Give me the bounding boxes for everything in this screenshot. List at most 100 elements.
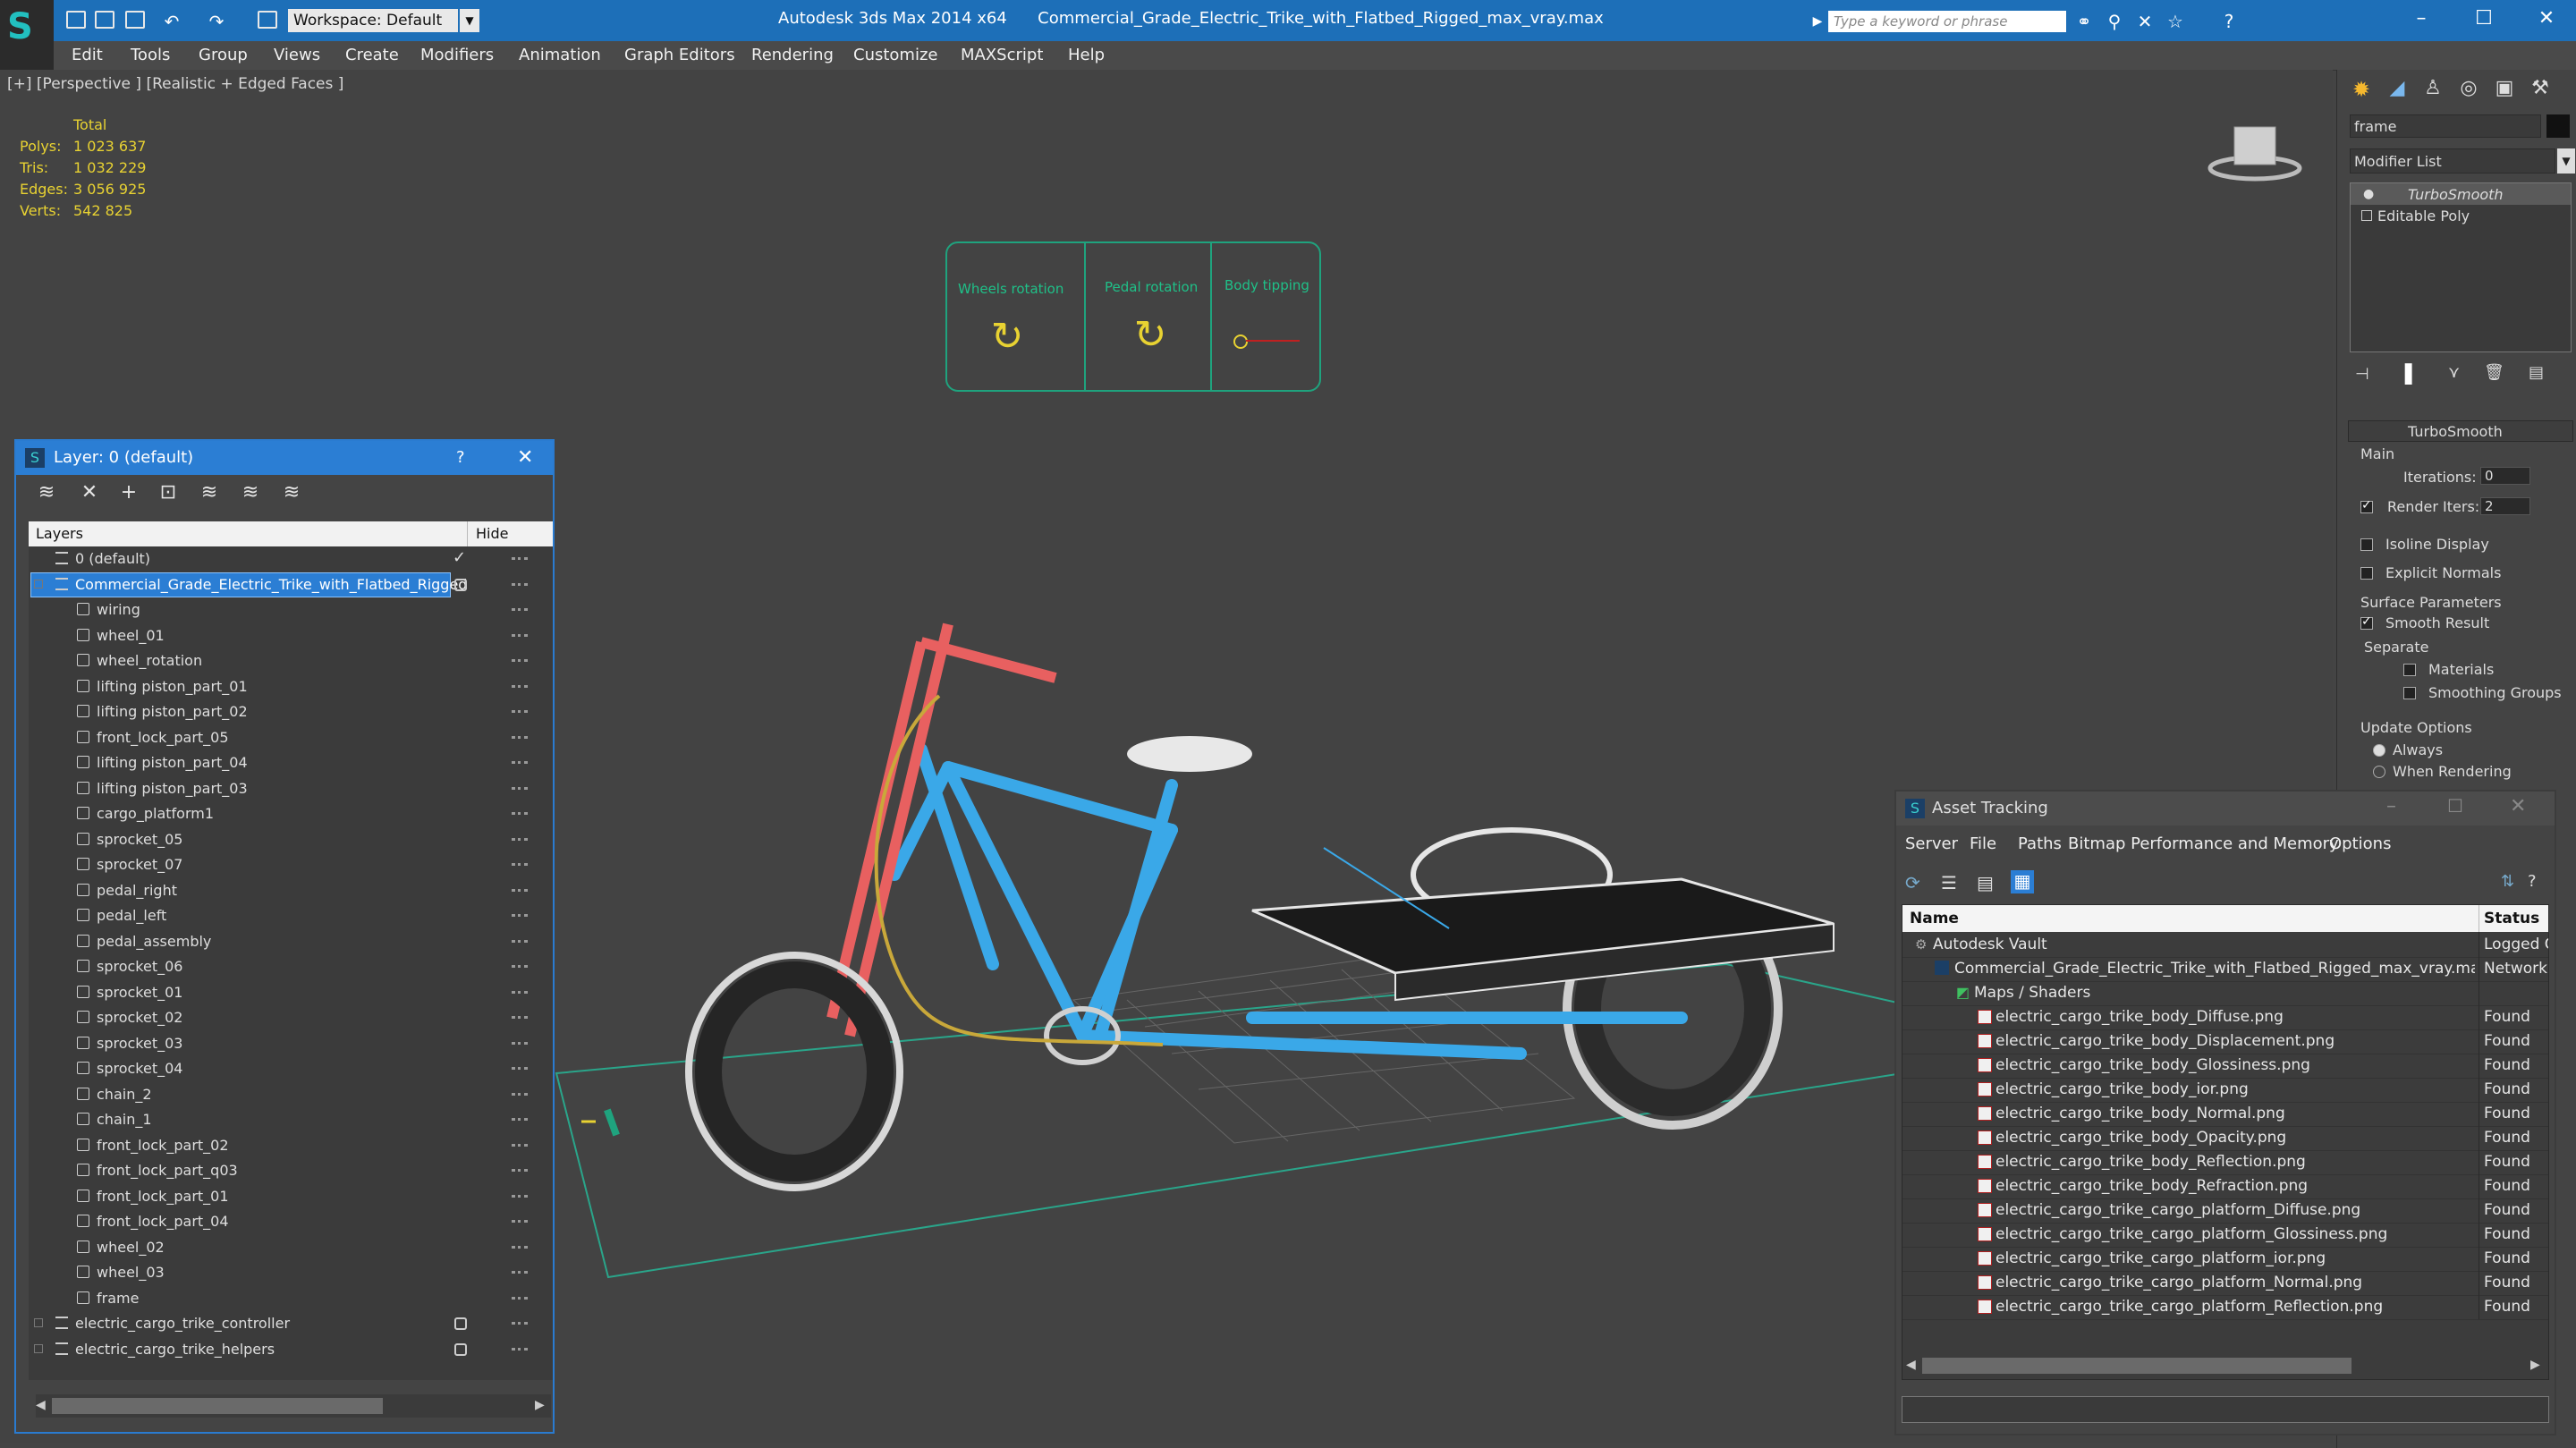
asset-tracking-titlebar[interactable]: S Asset Tracking – ☐ ✕ [1896,792,2555,826]
layer-window-titlebar[interactable]: S Layer: 0 (default) ? ✕ [16,441,553,475]
hide-toggle[interactable] [512,1194,528,1200]
wheels-rotate-control-icon[interactable]: ↻ [985,315,1030,360]
chevron-down-icon[interactable]: ▼ [460,9,479,32]
scroll-right-icon[interactable]: ▶ [535,1398,545,1412]
menu-group[interactable]: Group [199,46,248,64]
materials-checkbox[interactable] [2403,664,2416,676]
favorites-star-icon[interactable]: ☆ [2165,11,2186,32]
asset-row[interactable]: electric_cargo_trike_body_Opacity.png Fou… [1902,1125,2548,1151]
layer-row[interactable]: lifting piston_part_03 [29,776,553,801]
hide-toggle[interactable] [512,684,528,690]
isoline-display-checkbox[interactable] [2360,538,2373,551]
layer-row[interactable]: frame [29,1286,553,1311]
hide-toggle[interactable] [512,1271,528,1276]
hide-toggle[interactable] [512,1245,528,1251]
asset-row[interactable]: electric_cargo_trike_body_Normal.png Foun… [1902,1101,2548,1127]
layer-row[interactable]: Commercial_Grade_Electric_Trike_with_Fla… [29,572,553,597]
asset-horizontal-scrollbar[interactable]: ◀ ▶ [1902,1352,2548,1379]
modify-tab-icon[interactable]: ◢ [2382,77,2412,104]
layer-row[interactable]: lifting piston_part_01 [29,674,553,699]
asset-row[interactable]: electric_cargo_trike_body_Glossiness.png… [1902,1053,2548,1079]
layer-horizontal-scrollbar[interactable]: ◀ ▶ [36,1394,551,1418]
pedal-rotate-control-icon[interactable]: ↻ [1128,313,1173,358]
smoothing-groups-checkbox[interactable] [2403,687,2416,699]
hide-toggle[interactable] [512,990,528,996]
hide-unhide-all-icon[interactable]: ≋ [240,482,261,504]
minimize-button[interactable]: – [2399,5,2444,32]
minimize-button[interactable]: – [2386,795,2396,817]
hide-toggle[interactable] [512,710,528,716]
layer-row[interactable]: lifting piston_part_02 [29,699,553,724]
maximize-button[interactable]: ☐ [2447,795,2463,817]
delete-layer-icon[interactable]: ✕ [79,482,100,504]
layers-column-header[interactable]: Layers [36,525,83,542]
hide-toggle[interactable] [512,608,528,614]
layer-row[interactable]: wheel_03 [29,1260,553,1285]
render-iters-checkbox[interactable] [2360,498,2373,513]
project-folder-icon[interactable] [258,11,277,29]
menu-options[interactable]: Options [2329,834,2391,853]
update-when-rendering-radio[interactable] [2373,766,2385,778]
layer-row[interactable]: wheel_rotation [29,648,553,673]
menu-edit[interactable]: Edit [72,46,103,64]
layer-row[interactable]: front_lock_part_04 [29,1209,553,1234]
list-view-icon[interactable]: ☰ [1941,872,1962,893]
asset-row[interactable]: electric_cargo_trike_cargo_platform_Refl… [1902,1294,2548,1320]
iterations-spinner[interactable]: 0 [2480,467,2530,485]
hide-toggle[interactable] [512,582,528,589]
layer-row[interactable]: sprocket_01 [29,980,553,1005]
undo-icon[interactable]: ↶ [161,11,182,32]
hide-toggle[interactable] [512,1169,528,1174]
layer-row[interactable]: sprocket_03 [29,1031,553,1056]
asset-row[interactable]: electric_cargo_trike_cargo_platform_ior.… [1902,1246,2548,1272]
menu-help[interactable]: Help [1068,46,1105,64]
expand-icon[interactable] [34,1343,43,1353]
asset-row[interactable]: electric_cargo_trike_body_ior.png Found [1902,1077,2548,1103]
close-button[interactable]: ✕ [2510,795,2526,817]
save-file-icon[interactable] [125,11,145,29]
search-input[interactable]: Type a keyword or phrase [1828,11,2066,32]
help-icon[interactable]: ? [2218,11,2240,32]
hide-toggle[interactable] [512,1118,528,1123]
new-file-icon[interactable] [66,11,86,29]
menu-paths[interactable]: Paths [2018,834,2062,853]
hide-toggle[interactable] [512,1041,528,1047]
asset-row[interactable]: electric_cargo_trike_body_Displacement.p… [1902,1029,2548,1054]
hide-toggle[interactable] [512,1220,528,1225]
explicit-normals-checkbox[interactable] [2360,567,2373,580]
turbosmooth-rollout-header[interactable]: TurboSmooth [2348,420,2573,442]
layer-row[interactable]: pedal_right [29,878,553,903]
asset-row[interactable]: ⚙ Autodesk Vault Logged C [1902,932,2548,958]
make-current-layer-box[interactable] [454,1317,467,1330]
layer-row[interactable]: wheel_02 [29,1235,553,1260]
table-view-icon[interactable]: ▤ [1977,872,1998,893]
configure-modifier-sets-icon[interactable]: ▤ [2529,363,2544,382]
create-new-layer-icon[interactable]: ≋ [36,482,57,504]
layer-row[interactable]: pedal_assembly [29,929,553,954]
menu-rendering[interactable]: Rendering [751,46,834,64]
display-tab-icon[interactable]: ▣ [2489,77,2520,104]
layer-row[interactable]: front_lock_part_q03 [29,1158,553,1183]
hide-toggle[interactable] [512,1347,528,1353]
menu-bitmap-performance[interactable]: Bitmap Performance and Memory [2068,834,2339,853]
hide-toggle[interactable] [512,1143,528,1149]
motion-tab-icon[interactable]: ◎ [2453,77,2484,104]
object-name-field[interactable]: frame [2350,114,2541,138]
hide-toggle[interactable] [512,863,528,868]
hierarchy-tab-icon[interactable]: ♙ [2418,77,2448,104]
layer-row[interactable]: electric_cargo_trike_controller [29,1311,553,1336]
render-iters-spinner[interactable]: 2 [2480,497,2530,515]
name-column-header[interactable]: Name [1910,910,1959,927]
menu-maxscript[interactable]: MAXScript [961,46,1043,64]
expand-icon[interactable] [34,579,43,589]
expand-icon[interactable] [2361,210,2372,221]
scrollbar-thumb[interactable] [52,1398,383,1414]
menu-customize[interactable]: Customize [853,46,937,64]
asset-row[interactable]: electric_cargo_trike_cargo_platform_Norm… [1902,1270,2548,1296]
viewport-label[interactable]: [+] [Perspective ] [Realistic + Edged Fa… [7,75,343,93]
layer-row[interactable]: front_lock_part_01 [29,1184,553,1209]
hide-toggle[interactable] [512,1016,528,1021]
asset-row[interactable]: ◩ Maps / Shaders [1902,980,2548,1006]
layer-row[interactable]: wiring [29,597,553,622]
grid-view-icon[interactable]: ▦ [2011,870,2034,893]
